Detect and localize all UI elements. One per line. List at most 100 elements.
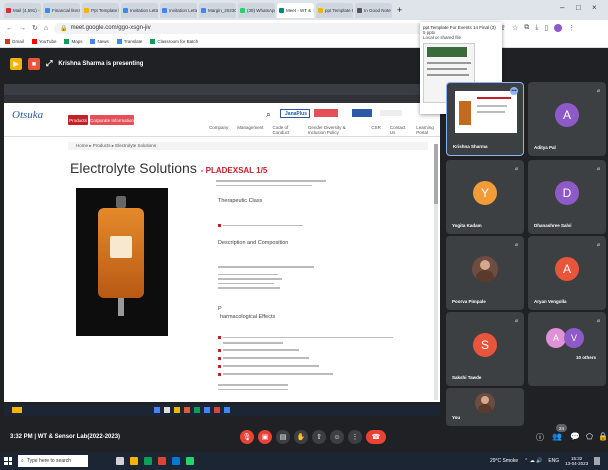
stop-present-icon[interactable]: ■ bbox=[28, 58, 40, 70]
language-indicator[interactable]: ENG bbox=[548, 458, 559, 464]
minimize-icon[interactable]: – bbox=[560, 3, 564, 12]
reactions-button[interactable]: ☺ bbox=[330, 430, 344, 444]
lock-controls-icon[interactable]: 🔒 bbox=[598, 432, 608, 441]
chrome-icon[interactable] bbox=[158, 457, 166, 465]
participant-tile[interactable]: D ⌀ Dhanashree Salvi bbox=[528, 160, 606, 234]
reload-icon[interactable]: ↻ bbox=[32, 24, 38, 32]
products-button[interactable]: Products bbox=[68, 115, 88, 125]
camera-off-button[interactable]: ▣ bbox=[258, 430, 272, 444]
site-nav-link[interactable]: Code of Conduct bbox=[273, 125, 299, 135]
shared-scrollbar[interactable] bbox=[434, 144, 438, 400]
bookmark-item[interactable]: News bbox=[90, 39, 109, 44]
site-search-icon[interactable]: ⌕ bbox=[266, 109, 271, 120]
browser-tab[interactable]: In Good Note of T× bbox=[355, 2, 392, 18]
info-icon[interactable]: ⓘ bbox=[536, 432, 544, 443]
store-icon[interactable] bbox=[172, 457, 180, 465]
participant-tile[interactable]: A V ⌀ 10 others bbox=[528, 312, 606, 386]
present-button[interactable]: ⇧ bbox=[312, 430, 326, 444]
site-nav-link[interactable]: CSR bbox=[371, 125, 381, 135]
file-explorer-icon[interactable] bbox=[130, 457, 138, 465]
forward-icon[interactable]: → bbox=[19, 25, 26, 32]
participant-tile[interactable]: ••• Krishna Sharma bbox=[446, 82, 524, 156]
section-prefix: P bbox=[218, 306, 222, 312]
corporate-info-button[interactable]: Corporate Information bbox=[90, 115, 134, 125]
language-select[interactable] bbox=[380, 110, 402, 116]
tab-label: Ppt Template for bbox=[91, 7, 119, 13]
browser-tab[interactable]: ppt Template For × bbox=[316, 2, 353, 18]
site-nav-link[interactable]: Gender Diversity & Inclusion Policy bbox=[308, 125, 363, 135]
profile-icon[interactable] bbox=[554, 24, 563, 32]
bookmark-item[interactable]: YouTube bbox=[31, 39, 56, 44]
leave-call-button[interactable]: ☎ bbox=[366, 430, 386, 444]
sidebar-icon[interactable]: ▯ bbox=[544, 24, 548, 32]
star-icon[interactable]: ☆ bbox=[512, 24, 518, 32]
taskbar-search[interactable]: ⌕ Type here to search bbox=[18, 455, 88, 467]
participant-tile[interactable]: A ⌀ Aryan Vengolla bbox=[528, 236, 606, 310]
edge-icon[interactable] bbox=[144, 457, 152, 465]
participant-tile[interactable]: A ⌀ Aditya Pal bbox=[528, 82, 606, 156]
maximize-icon[interactable]: □ bbox=[576, 3, 581, 12]
participant-tile[interactable]: S ⌀ Sakshi Tawde bbox=[446, 312, 524, 386]
browser-tab[interactable]: Meet - WT &× bbox=[277, 2, 314, 18]
lock-icon: 🔒 bbox=[60, 25, 68, 32]
bookmark-item[interactable]: Translate bbox=[116, 39, 142, 44]
browser-tab[interactable]: Financial literacy× bbox=[43, 2, 80, 18]
therapeutic-bullet bbox=[218, 224, 303, 227]
register-banner[interactable] bbox=[314, 109, 338, 117]
site-nav-link[interactable]: Company bbox=[209, 125, 228, 135]
portal-button[interactable] bbox=[352, 109, 372, 117]
participant-tile[interactable]: You bbox=[446, 388, 524, 426]
back-icon[interactable]: ← bbox=[6, 25, 13, 32]
browser-tab[interactable]: Margin_2023041× bbox=[199, 2, 236, 18]
windows-start-icon[interactable] bbox=[4, 457, 12, 465]
bookmark-label: Maps bbox=[71, 39, 83, 44]
download-icon[interactable]: ⤓ bbox=[535, 24, 538, 32]
avatar bbox=[472, 256, 498, 282]
expand-icon[interactable]: ⤢ bbox=[46, 59, 52, 69]
browser-tab[interactable]: Mail (4,591) - yu× bbox=[4, 2, 41, 18]
menu-icon[interactable]: ⋮ bbox=[568, 24, 575, 32]
extensions-icon[interactable]: ⧉ bbox=[524, 24, 529, 32]
activities-icon[interactable]: ⬠ bbox=[586, 432, 593, 441]
raise-hand-button[interactable]: ✋ bbox=[294, 430, 308, 444]
new-tab-icon[interactable]: + bbox=[397, 5, 402, 15]
shared-scrollbar-thumb[interactable] bbox=[434, 144, 438, 204]
close-window-icon[interactable]: × bbox=[592, 3, 597, 12]
mic-off-button[interactable]: 🎙 bbox=[240, 430, 254, 444]
site-nav-link[interactable]: Management bbox=[237, 125, 263, 135]
bag-hanger bbox=[116, 196, 126, 208]
avatar: A bbox=[555, 257, 579, 281]
bookmark-item[interactable]: Maps bbox=[64, 39, 82, 44]
site-nav-link[interactable]: Contact Us bbox=[390, 125, 407, 135]
section-pharmacological: harmacological Effects bbox=[220, 314, 276, 320]
browser-tab[interactable]: Invitation Letter c× bbox=[121, 2, 158, 18]
more-options-button[interactable]: ⋮ bbox=[348, 430, 362, 444]
whatsapp-icon[interactable] bbox=[186, 457, 194, 465]
tab-close-icon[interactable]: × bbox=[313, 8, 314, 13]
participant-tile[interactable]: Y ⌀ Yogita Kadam bbox=[446, 160, 524, 234]
people-icon[interactable]: 👥 bbox=[552, 432, 562, 441]
site-nav-link[interactable]: Learning Portal bbox=[416, 125, 440, 135]
tab-favicon-icon bbox=[279, 7, 284, 13]
site-nav-links: Company Management Code of Conduct Gender D… bbox=[209, 125, 440, 135]
bookmark-item[interactable]: Gmail bbox=[5, 39, 24, 44]
participant-tile[interactable]: ⌀ Poorva Pimpale bbox=[446, 236, 524, 310]
brand-logo[interactable]: JanaPlus bbox=[280, 109, 310, 118]
chat-icon[interactable]: 💬 bbox=[570, 432, 580, 441]
bookmark-item[interactable]: Classroom for Batch bbox=[150, 39, 198, 44]
weather-text[interactable]: 29°C Smoke bbox=[490, 458, 518, 464]
clock[interactable]: 15:32 13-04-2023 bbox=[565, 456, 588, 466]
presentation-icon[interactable]: ▶ bbox=[10, 58, 22, 70]
home-icon[interactable]: ⌂ bbox=[44, 25, 48, 32]
task-view-icon[interactable] bbox=[116, 457, 124, 465]
browser-tab[interactable]: (39) WhatsApp× bbox=[238, 2, 275, 18]
brand-text: JanaPlus bbox=[285, 110, 307, 117]
notification-icon[interactable] bbox=[594, 457, 601, 465]
tab-favicon-icon bbox=[240, 7, 245, 13]
site-logo[interactable]: Otsuka bbox=[12, 109, 43, 121]
browser-tab[interactable]: Invitation Letter c× bbox=[160, 2, 197, 18]
shared-screen: Otsuka Products Corporate Information ⌕ … bbox=[4, 84, 440, 402]
browser-tab[interactable]: Ppt Template for× bbox=[82, 2, 119, 18]
captions-button[interactable]: ▤ bbox=[276, 430, 290, 444]
tray-icons[interactable]: ⌃ ☁ 🔊 bbox=[524, 458, 542, 464]
